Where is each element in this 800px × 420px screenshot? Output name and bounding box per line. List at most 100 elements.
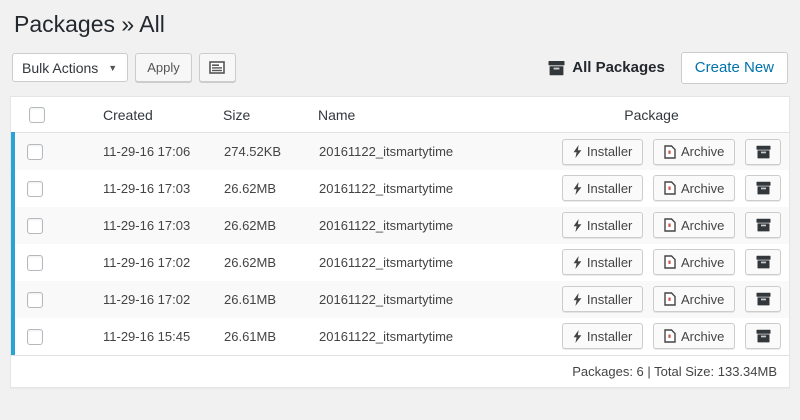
toolbar: Bulk Actions ▼ Apply xyxy=(12,52,788,84)
installer-button[interactable]: Installer xyxy=(562,212,644,238)
row-name: 20161122_itsmartytime xyxy=(318,318,544,355)
details-view-icon xyxy=(209,61,225,74)
package-detail-button[interactable] xyxy=(745,139,781,165)
installer-button-label: Installer xyxy=(587,255,633,270)
column-header-created: Created xyxy=(63,97,223,133)
installer-button[interactable]: Installer xyxy=(562,286,644,312)
lightning-icon xyxy=(573,330,582,343)
row-name: 20161122_itsmartytime xyxy=(318,244,544,281)
row-checkbox[interactable] xyxy=(27,292,43,308)
toolbar-left: Bulk Actions ▼ Apply xyxy=(12,53,236,82)
details-view-button[interactable] xyxy=(199,53,236,82)
package-box-icon xyxy=(756,292,771,306)
file-icon xyxy=(664,145,676,159)
row-checkbox[interactable] xyxy=(27,144,43,160)
installer-button-label: Installer xyxy=(587,218,633,233)
row-checkbox[interactable] xyxy=(27,255,43,271)
apply-button-label: Apply xyxy=(147,60,180,75)
installer-button-label: Installer xyxy=(587,329,633,344)
file-icon xyxy=(664,218,676,232)
bulk-actions-label: Bulk Actions xyxy=(22,60,98,76)
row-name: 20161122_itsmartytime xyxy=(318,281,544,318)
package-box-icon xyxy=(756,181,771,195)
installer-button[interactable]: Installer xyxy=(562,139,644,165)
table-footer-summary: Packages: 6 | Total Size: 133.34MB xyxy=(11,355,789,387)
table-row: 11-29-16 15:45 26.61MB 20161122_itsmarty… xyxy=(13,318,789,355)
row-created: 11-29-16 17:03 xyxy=(63,170,223,207)
package-detail-button[interactable] xyxy=(745,323,781,349)
archive-button-label: Archive xyxy=(681,255,724,270)
row-created: 11-29-16 17:02 xyxy=(63,244,223,281)
package-detail-button[interactable] xyxy=(745,212,781,238)
installer-button-label: Installer xyxy=(587,181,633,196)
lightning-icon xyxy=(573,219,582,232)
row-size: 26.61MB xyxy=(223,281,318,318)
lightning-icon xyxy=(573,256,582,269)
archive-button[interactable]: Archive xyxy=(653,323,735,349)
package-box-icon xyxy=(756,218,771,232)
package-detail-button[interactable] xyxy=(745,175,781,201)
file-icon xyxy=(664,181,676,195)
row-checkbox[interactable] xyxy=(27,181,43,197)
column-header-name: Name xyxy=(318,97,544,133)
installer-button-label: Installer xyxy=(587,292,633,307)
lightning-icon xyxy=(573,293,582,306)
archive-button[interactable]: Archive xyxy=(653,175,735,201)
bulk-actions-select[interactable]: Bulk Actions ▼ xyxy=(12,53,128,82)
row-created: 11-29-16 17:02 xyxy=(63,281,223,318)
row-created: 11-29-16 15:45 xyxy=(63,318,223,355)
packages-table-card: Created Size Name Package 11-29-16 17:06… xyxy=(10,96,790,388)
table-row: 11-29-16 17:02 26.62MB 20161122_itsmarty… xyxy=(13,244,789,281)
row-checkbox[interactable] xyxy=(27,329,43,345)
installer-button[interactable]: Installer xyxy=(562,249,644,275)
select-all-checkbox[interactable] xyxy=(29,107,45,123)
row-created: 11-29-16 17:03 xyxy=(63,207,223,244)
package-detail-button[interactable] xyxy=(745,249,781,275)
lightning-icon xyxy=(573,145,582,158)
installer-button[interactable]: Installer xyxy=(562,175,644,201)
package-box-icon xyxy=(756,329,771,343)
archive-button[interactable]: Archive xyxy=(653,139,735,165)
row-checkbox[interactable] xyxy=(27,218,43,234)
page-title: Packages » All xyxy=(14,10,786,40)
row-created: 11-29-16 17:06 xyxy=(63,133,223,170)
row-name: 20161122_itsmartytime xyxy=(318,133,544,170)
archive-button-label: Archive xyxy=(681,181,724,196)
create-new-label: Create New xyxy=(695,59,774,76)
archive-button[interactable]: Archive xyxy=(653,286,735,312)
archive-button-label: Archive xyxy=(681,292,724,307)
all-packages-status: All Packages xyxy=(548,59,665,76)
create-new-button[interactable]: Create New xyxy=(681,52,788,84)
column-header-package: Package xyxy=(544,97,789,133)
toolbar-right: All Packages Create New xyxy=(548,52,788,84)
column-header-size: Size xyxy=(223,97,318,133)
table-row: 11-29-16 17:03 26.62MB 20161122_itsmarty… xyxy=(13,170,789,207)
row-size: 26.62MB xyxy=(223,207,318,244)
archive-button[interactable]: Archive xyxy=(653,212,735,238)
table-row: 11-29-16 17:06 274.52KB 20161122_itsmart… xyxy=(13,133,789,170)
installer-button[interactable]: Installer xyxy=(562,323,644,349)
row-size: 26.62MB xyxy=(223,244,318,281)
package-detail-button[interactable] xyxy=(745,286,781,312)
admin-page: Packages » All Bulk Actions ▼ Apply xyxy=(0,0,800,388)
file-icon xyxy=(664,255,676,269)
archive-button-label: Archive xyxy=(681,329,724,344)
apply-button[interactable]: Apply xyxy=(135,53,192,82)
row-size: 274.52KB xyxy=(223,133,318,170)
table-row: 11-29-16 17:03 26.62MB 20161122_itsmarty… xyxy=(13,207,789,244)
row-size: 26.62MB xyxy=(223,170,318,207)
archive-button-label: Archive xyxy=(681,218,724,233)
file-icon xyxy=(664,329,676,343)
file-icon xyxy=(664,292,676,306)
row-name: 20161122_itsmartytime xyxy=(318,170,544,207)
package-box-icon xyxy=(756,145,771,159)
package-box-icon xyxy=(756,255,771,269)
row-size: 26.61MB xyxy=(223,318,318,355)
packages-table: Created Size Name Package 11-29-16 17:06… xyxy=(11,97,789,355)
row-name: 20161122_itsmartytime xyxy=(318,207,544,244)
installer-button-label: Installer xyxy=(587,144,633,159)
table-row: 11-29-16 17:02 26.61MB 20161122_itsmarty… xyxy=(13,281,789,318)
archive-button[interactable]: Archive xyxy=(653,249,735,275)
archive-button-label: Archive xyxy=(681,144,724,159)
all-packages-label: All Packages xyxy=(572,59,665,76)
